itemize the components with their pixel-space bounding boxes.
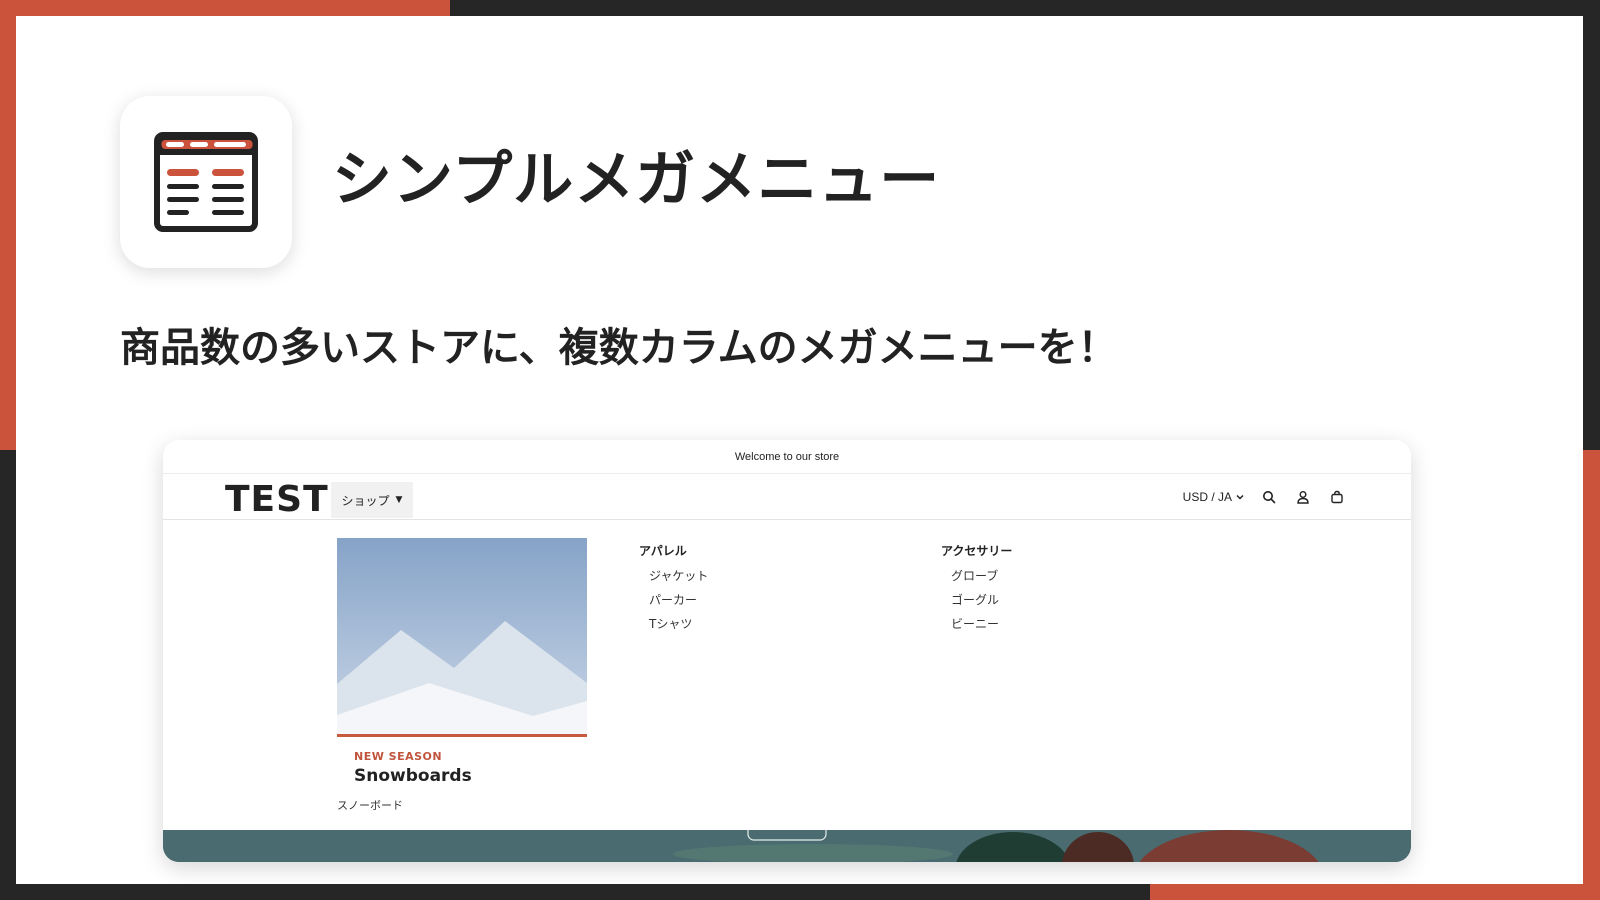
cart-icon[interactable] — [1327, 487, 1347, 507]
menu-item[interactable]: パーカー — [649, 593, 839, 617]
menu-item[interactable]: ビーニー — [951, 617, 1141, 641]
app-tagline: 商品数の多いストアに、複数カラムのメガメニューを！ — [120, 325, 1118, 371]
locale-selector[interactable]: USD / JA — [1183, 490, 1245, 504]
menu-item[interactable]: Tシャツ — [649, 617, 839, 641]
menu-item[interactable]: ジャケット — [649, 569, 839, 593]
search-icon[interactable] — [1259, 487, 1279, 507]
locale-label: USD / JA — [1182, 490, 1232, 504]
caret-down-icon: ▼ — [395, 495, 403, 505]
hero-banner-image — [163, 830, 1411, 862]
nav-item-shop[interactable]: ショップ ▼ — [331, 482, 413, 518]
mega-menu-panel: NEW SEASON Snowboards スノーボード アパレル ジャケット … — [163, 520, 1411, 830]
feature-card[interactable]: NEW SEASON Snowboards スノーボード — [337, 538, 587, 813]
app-icon — [120, 96, 292, 268]
mega-menu-icon — [154, 132, 258, 232]
hero-banner — [163, 830, 1411, 862]
feature-link[interactable]: スノーボード — [337, 797, 587, 813]
store-preview: Welcome to our store TEST ショップ ▼ USD / J… — [163, 440, 1411, 862]
menu-column-heading[interactable]: アパレル — [639, 542, 839, 559]
announcement-text: Welcome to our store — [734, 450, 840, 463]
store-header: TEST ショップ ▼ USD / JA — [163, 474, 1411, 520]
menu-item[interactable]: グローブ — [951, 569, 1141, 593]
menu-column-accessories: アクセサリー グローブ ゴーグル ビーニー — [941, 542, 1141, 641]
store-logo[interactable]: TEST — [225, 482, 329, 518]
feature-eyebrow: NEW SEASON — [354, 750, 443, 763]
announcement-bar: Welcome to our store — [163, 440, 1411, 474]
slide-panel: シンプルメガメニュー 商品数の多いストアに、複数カラムのメガメニューを！ Wel… — [16, 16, 1583, 884]
header-utilities: USD / JA — [1183, 486, 1347, 508]
feature-title: Snowboards — [354, 766, 472, 786]
nav-item-shop-label: ショップ — [341, 493, 390, 508]
menu-column-apparel: アパレル ジャケット パーカー Tシャツ — [639, 542, 839, 641]
feature-accent-bar — [337, 734, 587, 737]
chevron-down-icon — [1236, 494, 1244, 500]
menu-item[interactable]: ゴーグル — [951, 593, 1141, 617]
app-title: シンプルメガメニュー — [332, 145, 941, 215]
menu-column-heading[interactable]: アクセサリー — [941, 542, 1141, 559]
account-icon[interactable] — [1293, 487, 1313, 507]
feature-image[interactable] — [337, 538, 587, 734]
